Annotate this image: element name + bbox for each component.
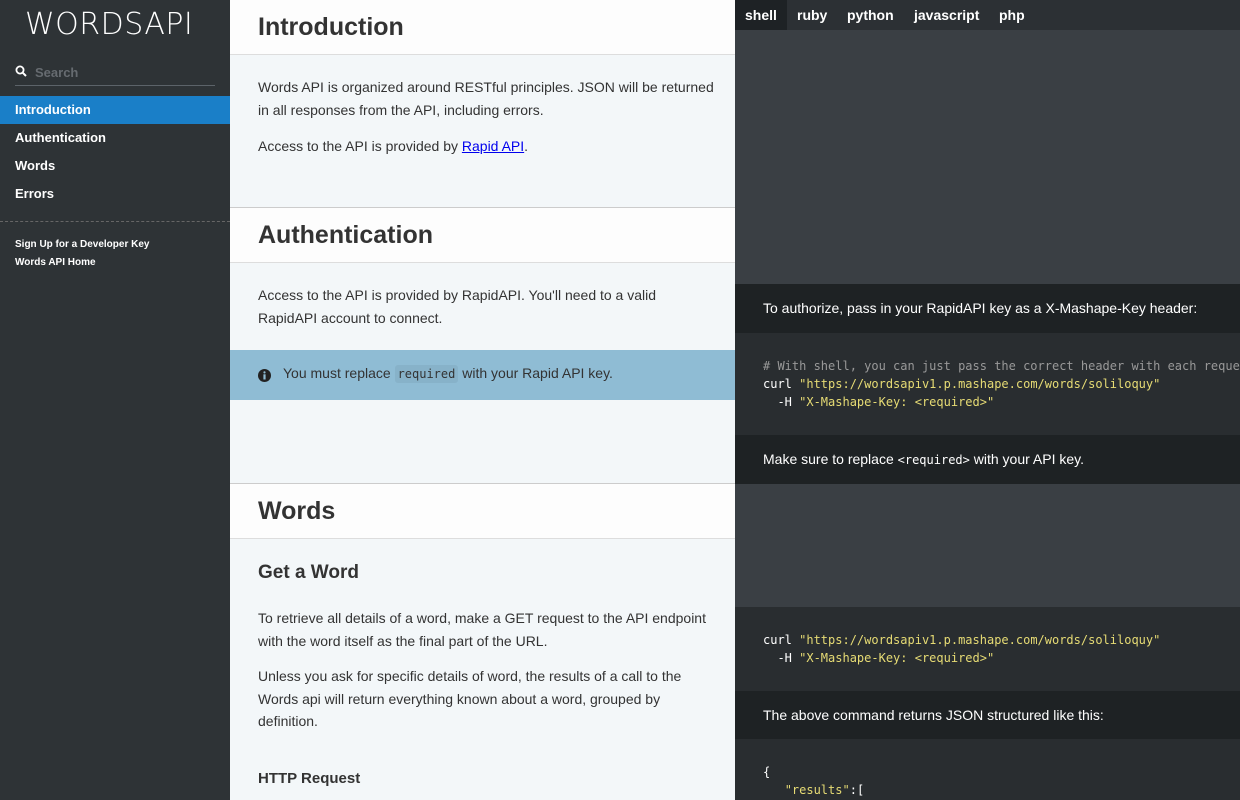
code-header: "X-Mashape-Key: <required>" <box>799 651 995 665</box>
intro-paragraph-1: Words API is organized around RESTful pr… <box>258 79 714 118</box>
notice-box: You must replace required with your Rapi… <box>230 350 735 400</box>
info-icon <box>258 369 271 382</box>
code-header: "X-Mashape-Key: <required>" <box>799 395 995 409</box>
intro-paragraph-2-text: Access to the API is provided by <box>258 138 462 154</box>
code-flag: -H <box>763 395 800 409</box>
code-url: "https://wordsapiv1.p.mashape.com/words/… <box>799 633 1161 647</box>
auth-code-block: # With shell, you can just pass the corr… <box>735 333 1240 435</box>
tab-python[interactable]: python <box>837 0 904 30</box>
intro-paragraph-2-suffix: . <box>524 138 529 154</box>
replace-note-code: <required> <box>897 453 970 467</box>
heading-http-request: HTTP Request <box>258 770 361 787</box>
notice-code: required <box>394 365 459 383</box>
auth-note: To authorize, pass in your RapidAPI key … <box>735 284 1240 333</box>
search-input[interactable] <box>35 62 210 82</box>
toc-item-errors[interactable]: Errors <box>0 180 230 208</box>
heading-authentication: Authentication <box>230 207 735 263</box>
auth-paragraph: Access to the API is provided by RapidAP… <box>258 287 657 326</box>
heading-get-a-word: Get a Word <box>258 562 359 583</box>
toc-divider <box>0 221 230 222</box>
json-open-brace: { <box>763 765 771 779</box>
code-comment: # With shell, you can just pass the corr… <box>763 359 1240 373</box>
json-code-block: { "results":[ <box>735 739 1240 800</box>
heading-introduction: Introduction <box>230 0 735 55</box>
logo[interactable]: WORDSAPI <box>25 7 193 42</box>
toc-item-authentication[interactable]: Authentication <box>0 124 230 152</box>
home-link[interactable]: Words API Home <box>15 254 149 272</box>
code-cmd: curl <box>763 377 800 391</box>
search-box <box>15 61 215 86</box>
code-url: "https://wordsapiv1.p.mashape.com/words/… <box>799 377 1161 391</box>
tab-ruby[interactable]: ruby <box>787 0 837 30</box>
heading-words: Words <box>230 483 735 539</box>
code-cmd: curl <box>763 633 800 647</box>
tab-php[interactable]: php <box>989 0 1035 30</box>
language-tabs: shell ruby python javascript php <box>735 0 1240 30</box>
intro-paragraph-2: Access to the API is provided by Rapid A… <box>258 135 718 158</box>
code-flag: -H <box>763 651 800 665</box>
main-content: Introduction Words API is organized arou… <box>230 0 735 800</box>
toc-item-introduction[interactable]: Introduction <box>0 96 230 124</box>
notice-prefix: You must replace <box>283 365 395 381</box>
json-results-key: "results" <box>784 783 850 797</box>
replace-note-prefix: Make sure to replace <box>763 451 898 467</box>
replace-note-suffix: with your API key. <box>969 451 1084 467</box>
notice-suffix: with your Rapid API key. <box>458 365 613 381</box>
table-of-contents: Introduction Authentication Words Errors <box>0 96 230 208</box>
replace-note: Make sure to replace <required> with you… <box>735 435 1240 484</box>
notice-text: You must replace required with your Rapi… <box>283 365 613 383</box>
toc-footer: Sign Up for a Developer Key Words API Ho… <box>15 236 149 272</box>
code-panel: shell ruby python javascript php To auth… <box>735 0 1240 800</box>
tab-shell[interactable]: shell <box>735 0 787 30</box>
signup-link[interactable]: Sign Up for a Developer Key <box>15 236 149 254</box>
search-icon <box>15 65 27 77</box>
words-paragraph-1: To retrieve all details of a word, make … <box>258 610 706 649</box>
rapid-api-link[interactable]: Rapid API <box>462 138 524 154</box>
tab-javascript[interactable]: javascript <box>904 0 989 30</box>
words-paragraph-2: Unless you ask for specific details of w… <box>258 668 682 729</box>
json-results-rest: :[ <box>849 783 865 797</box>
sidebar: WORDSAPI Introduction Authentication Wor… <box>0 0 230 800</box>
word-code-block: curl "https://wordsapiv1.p.mashape.com/w… <box>735 607 1240 691</box>
toc-item-words[interactable]: Words <box>0 152 230 180</box>
returns-note: The above command returns JSON structure… <box>735 691 1240 739</box>
